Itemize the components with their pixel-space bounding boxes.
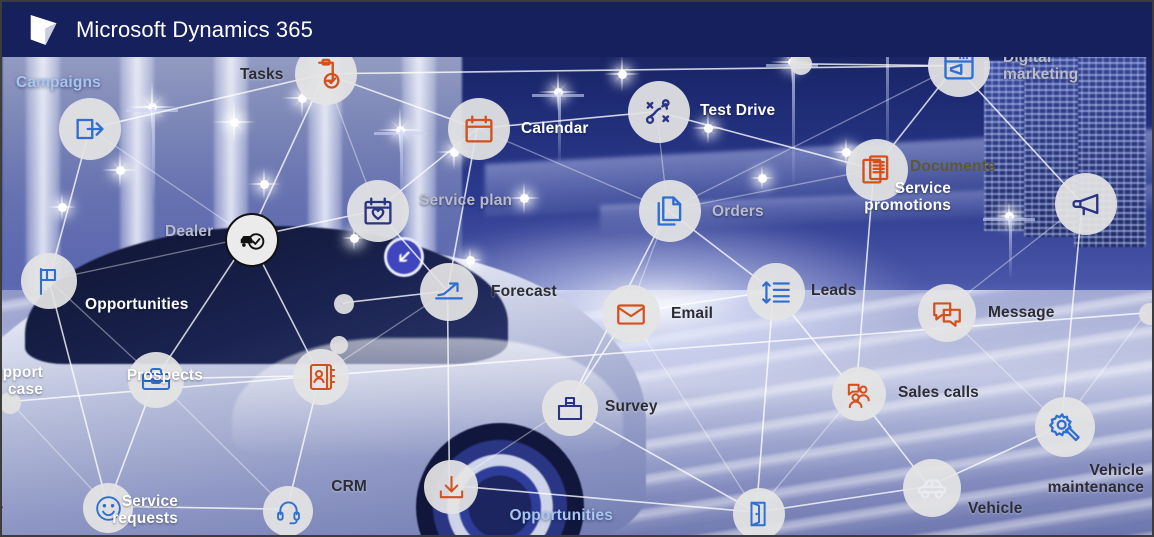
node-label-vehicle: Vehicle — [968, 500, 1023, 517]
node-sales-calls[interactable] — [832, 367, 886, 421]
node-label-leads: Leads — [811, 282, 857, 299]
contact-book-icon — [305, 361, 337, 393]
node-survey[interactable] — [542, 380, 598, 436]
node-label-customer: Customer — [2, 502, 3, 519]
calendar-heart-icon — [360, 193, 396, 229]
node-label-service-promotions: Service promotions — [864, 180, 951, 215]
node-label-campaigns: Campaigns — [16, 74, 101, 91]
node-campaigns[interactable] — [59, 98, 121, 160]
node-label-message: Message — [988, 304, 1055, 321]
app-header: Microsoft Dynamics 365 — [2, 2, 1152, 57]
people-speech-icon — [844, 379, 875, 410]
node-dealer[interactable] — [225, 213, 279, 267]
node-service-promotions[interactable] — [1055, 173, 1117, 235]
node-label-sales-calls: Sales calls — [898, 384, 979, 401]
open-door-icon — [744, 499, 774, 529]
node-service-plan[interactable] — [347, 180, 409, 242]
dynamics-365-logo-icon — [30, 14, 57, 45]
node-label-support-case: Support case — [2, 364, 43, 399]
car-icon — [915, 471, 949, 505]
node-label-service-requests: Service requests — [112, 493, 178, 528]
node-label-service-plan: Service plan — [419, 192, 513, 209]
node-label-email: Email — [671, 305, 714, 322]
node-label-crm: CRM — [331, 478, 367, 495]
node-prospects[interactable] — [293, 349, 349, 405]
node-label-documents: Documents — [910, 158, 996, 175]
node-dot-upper-left[interactable] — [330, 336, 348, 354]
node-test-drive[interactable] — [628, 81, 690, 143]
node-calendar[interactable] — [448, 98, 510, 160]
megaphone-icon — [1068, 186, 1104, 222]
node-dot-right-edge[interactable] — [1139, 303, 1152, 325]
node-label-survey: Survey — [605, 398, 658, 415]
gear-wrench-icon — [1048, 410, 1083, 445]
node-label-opportunities-door: Opportunities — [509, 507, 613, 524]
sort-list-icon — [759, 275, 793, 309]
clipboard-check-icon — [308, 56, 344, 92]
node-vehicle-maintenance[interactable] — [1035, 397, 1095, 457]
headset-icon — [274, 497, 303, 526]
envelope-icon — [614, 297, 648, 331]
node-forecast[interactable] — [420, 263, 478, 321]
node-orders[interactable] — [639, 180, 701, 242]
download-tray-icon — [436, 472, 467, 503]
flag-icon — [33, 265, 65, 297]
node-label-prospects: Prospects — [126, 367, 203, 384]
node-label-opportunities-flag: Opportunities — [85, 296, 189, 313]
node-label-test-drive: Test Drive — [700, 102, 776, 119]
node-opportunities-door[interactable] — [733, 488, 785, 535]
node-email[interactable] — [602, 285, 660, 343]
trending-up-icon — [432, 275, 466, 309]
node-service-requests[interactable] — [263, 486, 313, 535]
app-title: Microsoft Dynamics 365 — [76, 16, 313, 42]
chat-bubbles-icon — [930, 296, 964, 330]
strategy-playbook-icon — [641, 94, 677, 130]
node-crm[interactable] — [424, 460, 478, 514]
node-label-tasks: Tasks — [240, 66, 284, 83]
dynamics-365-network-screenshot: ➔ Microsoft Dynamics 365 Campaigns Tasks C… — [0, 0, 1154, 537]
node-label-orders: Orders — [712, 203, 764, 220]
calendar-icon — [461, 111, 497, 147]
car-check-icon — [238, 226, 267, 255]
network-nodes: Campaigns Tasks Calendar Test Drive Digital … — [2, 2, 1152, 535]
node-label-dealer: Dealer — [165, 223, 214, 240]
exit-arrow-icon — [72, 111, 108, 147]
ballot-box-icon — [554, 392, 586, 424]
node-leads[interactable] — [747, 263, 805, 321]
node-message[interactable] — [918, 284, 976, 342]
node-opportunities-flag[interactable] — [21, 253, 77, 309]
node-dot-mid-left[interactable] — [334, 294, 354, 314]
node-label-vehicle-maintenance: Vehicle maintenance — [1047, 462, 1144, 497]
copy-documents-icon — [652, 193, 688, 229]
node-vehicle[interactable] — [903, 459, 961, 517]
node-label-forecast: Forecast — [491, 283, 557, 300]
node-label-calendar: Calendar — [521, 120, 589, 137]
